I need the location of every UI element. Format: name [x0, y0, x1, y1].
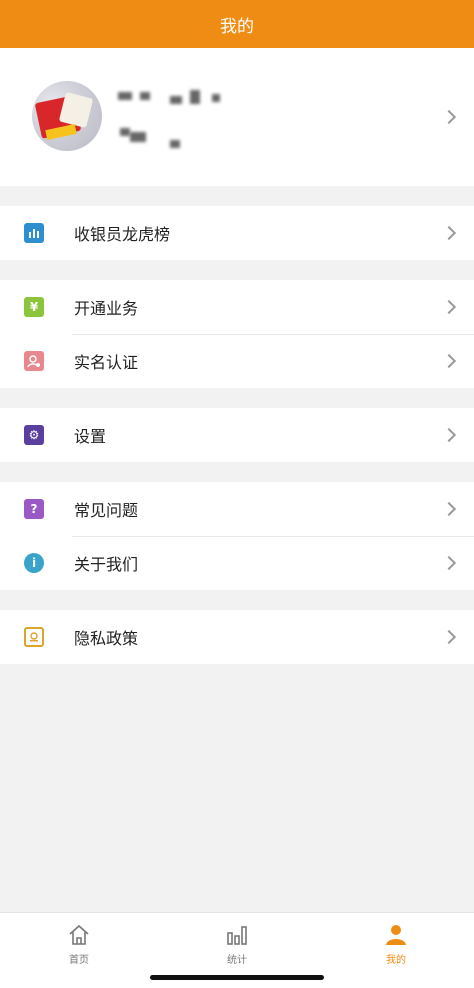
info-icon: i: [24, 553, 44, 573]
menu-item-open-business[interactable]: ¥ 开通业务: [0, 280, 474, 334]
menu-item-label: 常见问题: [74, 501, 139, 520]
avatar[interactable]: [32, 81, 102, 151]
profile-card[interactable]: [0, 48, 474, 186]
tab-home[interactable]: 首页: [49, 923, 109, 973]
chevron-right-icon: [441, 427, 457, 443]
menu-item-real-name-verify[interactable]: 实名认证: [0, 334, 474, 388]
menu-group: ⚙ 设置: [0, 408, 474, 462]
home-indicator[interactable]: [150, 975, 324, 980]
menu-item-about-us[interactable]: i 关于我们: [0, 536, 474, 590]
gear-icon: ⚙: [24, 425, 44, 445]
chevron-right-icon: [441, 629, 457, 645]
tab-label: 统计: [227, 955, 247, 966]
menu-group: ¥ 开通业务 实名认证: [0, 280, 474, 388]
question-icon: ?: [24, 499, 44, 519]
menu-item-label: 隐私政策: [74, 629, 139, 648]
chevron-right-icon: [441, 501, 457, 517]
chevron-right-icon: [441, 555, 457, 571]
tab-label: 我的: [386, 955, 406, 966]
privacy-doc-icon: [24, 627, 44, 647]
chevron-right-icon: [441, 353, 457, 369]
menu-item-label: 关于我们: [74, 555, 139, 574]
id-verify-icon: [24, 351, 44, 371]
menu-item-settings[interactable]: ⚙ 设置: [0, 408, 474, 462]
yuan-icon: ¥: [24, 297, 44, 317]
person-icon: [386, 925, 406, 945]
tab-label: 首页: [69, 955, 89, 966]
menu-group: 收银员龙虎榜: [0, 206, 474, 260]
menu-item-label: 设置: [74, 427, 107, 446]
menu-item-label: 开通业务: [74, 299, 139, 318]
menu-group: 隐私政策: [0, 610, 474, 664]
tab-mine[interactable]: 我的: [366, 923, 426, 973]
stats-icon: [227, 926, 247, 945]
page-header: 我的: [0, 0, 474, 48]
menu-group: ? 常见问题 i 关于我们: [0, 482, 474, 590]
tab-stats[interactable]: 统计: [207, 923, 267, 973]
chevron-right-icon: [441, 109, 457, 125]
menu-item-label: 实名认证: [74, 353, 139, 372]
menu-item-privacy-policy[interactable]: 隐私政策: [0, 610, 474, 664]
menu-item-faq[interactable]: ? 常见问题: [0, 482, 474, 536]
ranking-bar-icon: [24, 223, 44, 243]
chevron-right-icon: [441, 299, 457, 315]
home-icon: [69, 924, 89, 945]
menu-item-label: 收银员龙虎榜: [74, 225, 171, 244]
chevron-right-icon: [441, 225, 457, 241]
page-title: 我的: [220, 16, 254, 37]
menu-item-cashier-ranking[interactable]: 收银员龙虎榜: [0, 206, 474, 260]
